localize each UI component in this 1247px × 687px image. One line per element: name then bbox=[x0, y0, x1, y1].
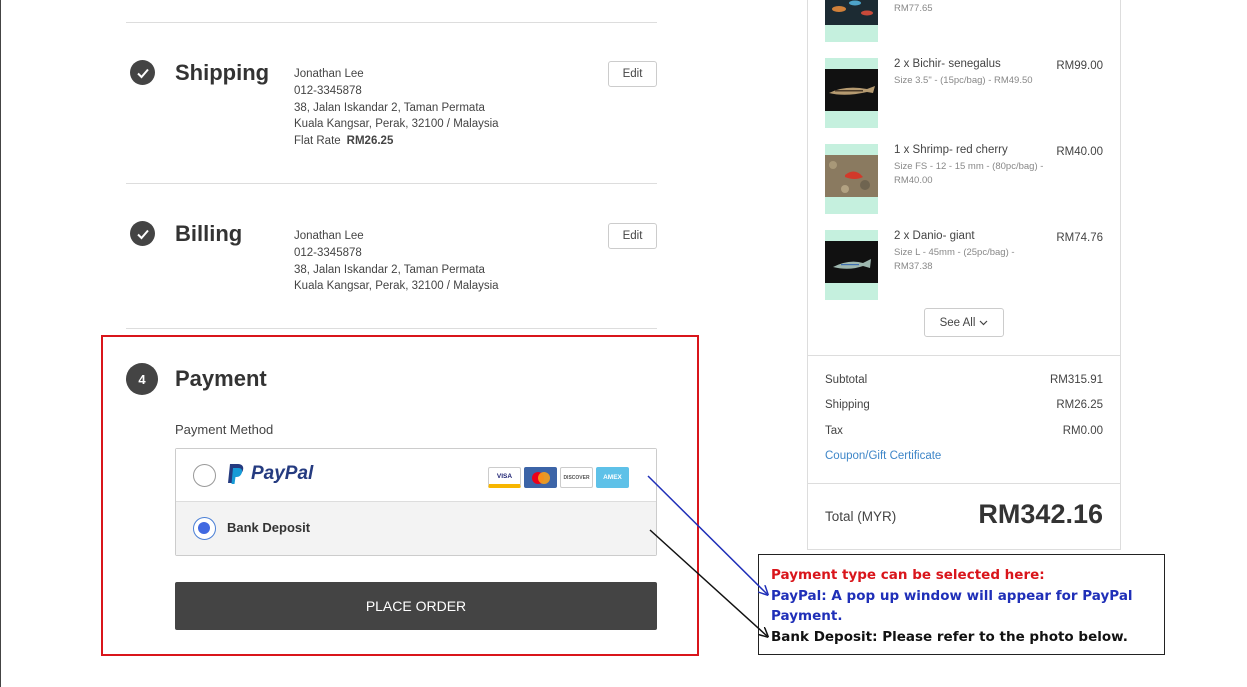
shipping-address-line1: 38, Jalan Iskandar 2, Taman Permata bbox=[294, 101, 485, 114]
amex-card-icon: AMEX bbox=[596, 467, 629, 488]
paypal-label: PayPal bbox=[251, 463, 314, 484]
annotation-line-1: Payment type can be selected here: bbox=[771, 567, 1045, 583]
shipping-address-line2: Kuala Kangsar, Perak, 32100 / Malaysia bbox=[294, 118, 499, 131]
cart-item: 2 x Bichir- senegalus Size 3.5" - (15pc/… bbox=[825, 58, 1103, 128]
shipping-rate-value: RM26.25 bbox=[346, 135, 394, 148]
annotation-callout: Payment type can be selected here: PayPa… bbox=[758, 554, 1165, 655]
fish-photo-icon bbox=[825, 0, 878, 25]
annotation-line-3: Bank Deposit: Please refer to the photo … bbox=[771, 628, 1128, 645]
shipping-rate-label: Flat Rate bbox=[294, 135, 341, 148]
cart-item-price: RM74.76 bbox=[1056, 232, 1103, 244]
cart-item: 1 x Shrimp- red cherry Size FS - 12 - 15… bbox=[825, 144, 1103, 214]
cart-item-name: 1 x Shrimp- red cherry bbox=[894, 144, 1008, 156]
divider bbox=[808, 483, 1120, 484]
shipping-cost-value: RM26.25 bbox=[1056, 399, 1103, 411]
tax-value: RM0.00 bbox=[1062, 425, 1103, 437]
cart-item: Size L - 45 mm - (50pc/bag) - RM77.65 bbox=[825, 0, 1103, 42]
shipping-title: Shipping bbox=[175, 60, 270, 85]
bank-deposit-radio[interactable] bbox=[193, 517, 216, 540]
subtotal-row: Subtotal RM315.91 bbox=[825, 374, 1103, 386]
billing-edit-button[interactable]: Edit bbox=[608, 223, 657, 249]
see-all-label: See All bbox=[939, 316, 976, 329]
billing-address: Jonathan Lee 012-3345878 38, Jalan Iskan… bbox=[294, 228, 499, 295]
payment-method-label: Payment Method bbox=[175, 422, 274, 437]
billing-name: Jonathan Lee bbox=[294, 230, 364, 242]
check-icon bbox=[130, 221, 155, 246]
mastercard-circles-icon bbox=[531, 471, 550, 484]
product-thumbnail bbox=[825, 144, 878, 214]
cart-item-name: 2 x Bichir- senegalus bbox=[894, 58, 1001, 70]
tax-row: Tax RM0.00 bbox=[825, 425, 1103, 437]
billing-address-line1: 38, Jalan Iskandar 2, Taman Permata bbox=[294, 263, 485, 276]
total-label: Total (MYR) bbox=[825, 509, 897, 524]
subtotal-value: RM315.91 bbox=[1049, 374, 1103, 386]
shipping-row: Shipping RM26.25 bbox=[825, 399, 1103, 411]
subtotal-label: Subtotal bbox=[825, 374, 868, 386]
divider bbox=[808, 355, 1120, 356]
tax-label: Tax bbox=[825, 425, 843, 437]
payment-title: Payment bbox=[175, 366, 267, 391]
fish-photo-icon bbox=[825, 69, 878, 111]
bank-deposit-label: Bank Deposit bbox=[227, 520, 311, 535]
shrimp-photo-icon bbox=[825, 155, 878, 197]
billing-address-line2: Kuala Kangsar, Perak, 32100 / Malaysia bbox=[294, 280, 499, 293]
card-logos: VISA DISCOVER AMEX bbox=[488, 467, 629, 488]
cart-item: 2 x Danio- giant Size L - 45mm - (25pc/b… bbox=[825, 230, 1103, 300]
shipping-edit-button[interactable]: Edit bbox=[608, 61, 657, 87]
paypal-radio[interactable] bbox=[193, 464, 216, 487]
visa-card-icon: VISA bbox=[488, 467, 521, 488]
shipping-phone: 012-3345878 bbox=[294, 84, 362, 97]
step-number-badge: 4 bbox=[126, 363, 158, 395]
fish-photo-icon bbox=[825, 241, 878, 283]
divider bbox=[126, 22, 657, 23]
paypal-icon bbox=[228, 464, 244, 484]
cart-item-desc: Size L - 45mm - (25pc/bag) - RM37.38 bbox=[894, 247, 1015, 272]
payment-option-bank-deposit[interactable]: Bank Deposit bbox=[176, 502, 656, 555]
product-thumbnail bbox=[825, 230, 878, 300]
product-thumbnail bbox=[825, 0, 878, 42]
check-icon bbox=[130, 60, 155, 85]
cart-item-desc: Size 3.5" - (15pc/bag) - RM49.50 bbox=[894, 75, 1033, 86]
shipping-address: Jonathan Lee 012-3345878 38, Jalan Iskan… bbox=[294, 66, 499, 150]
divider bbox=[126, 183, 657, 184]
paypal-logo: PayPal bbox=[226, 463, 313, 485]
mastercard-icon bbox=[524, 467, 557, 488]
chevron-down-icon bbox=[979, 320, 988, 325]
divider bbox=[126, 328, 657, 329]
billing-phone: 012-3345878 bbox=[294, 246, 362, 259]
discover-card-icon: DISCOVER bbox=[560, 467, 593, 488]
product-thumbnail bbox=[825, 58, 878, 128]
cart-item-desc: Size L - 45 mm - (50pc/bag) - RM77.65 bbox=[894, 3, 933, 14]
cart-item-price: RM99.00 bbox=[1056, 60, 1103, 72]
coupon-link[interactable]: Coupon/Gift Certificate bbox=[825, 450, 941, 462]
annotation-line-2: PayPal: A pop up window will appear for … bbox=[771, 587, 1133, 625]
total-value: RM342.16 bbox=[978, 499, 1103, 529]
place-order-button[interactable]: PLACE ORDER bbox=[175, 582, 657, 630]
shipping-cost-label: Shipping bbox=[825, 399, 870, 411]
left-edge-border bbox=[0, 0, 1, 687]
cart-item-name: 2 x Danio- giant bbox=[894, 230, 975, 242]
shipping-rate: Flat Rate RM26.25 bbox=[294, 133, 499, 150]
cart-item-desc: Size FS - 12 - 15 mm - (80pc/bag) - RM40… bbox=[894, 161, 1044, 186]
billing-title: Billing bbox=[175, 221, 243, 246]
payment-method-options: PayPal VISA DISCOVER AMEX Bank Deposit bbox=[175, 448, 657, 556]
cart-item-price: RM40.00 bbox=[1056, 146, 1103, 158]
payment-option-paypal[interactable]: PayPal VISA DISCOVER AMEX bbox=[176, 449, 656, 502]
shipping-name: Jonathan Lee bbox=[294, 68, 364, 80]
see-all-button[interactable]: See All bbox=[924, 308, 1004, 337]
